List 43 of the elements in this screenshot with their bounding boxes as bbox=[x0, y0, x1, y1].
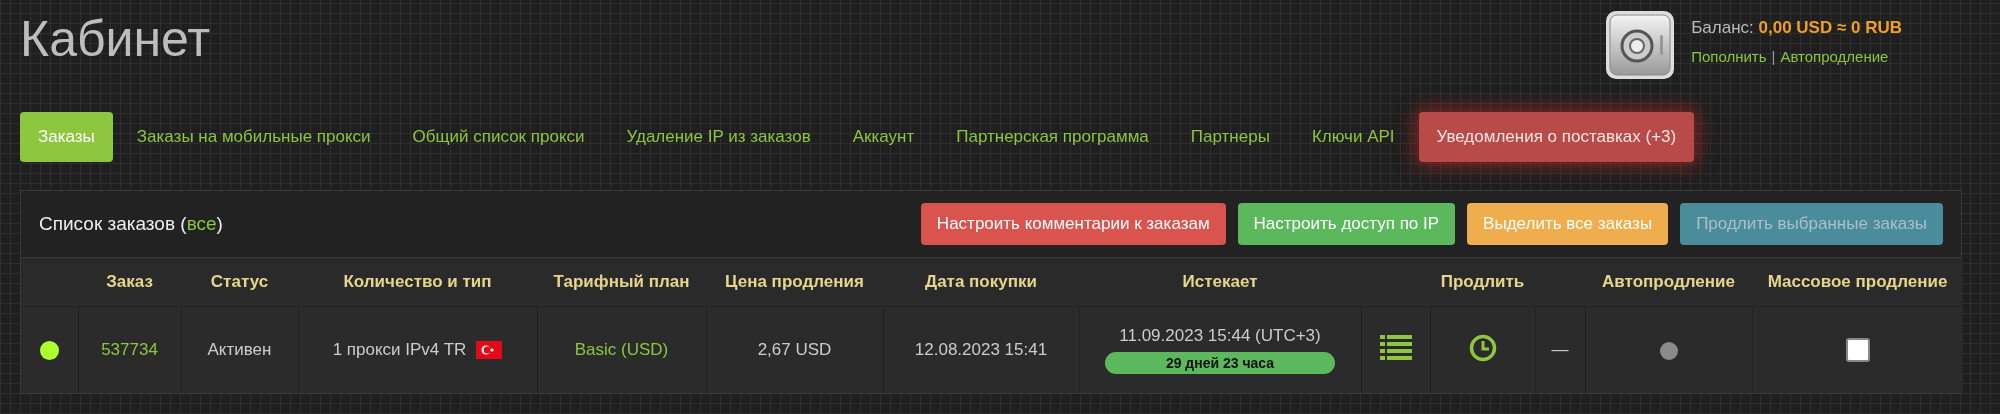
panel-title-end: ) bbox=[216, 213, 223, 234]
column-header: Дата покупки bbox=[925, 272, 1037, 291]
column-header: Массовое продление bbox=[1767, 272, 1948, 291]
panel-title: Список заказов ( bbox=[39, 213, 187, 234]
clock-icon[interactable] bbox=[1468, 333, 1497, 362]
nav-tab[interactable]: Заказы на мобильные прокси bbox=[118, 112, 389, 162]
nav-tab[interactable]: Общий список прокси bbox=[394, 112, 603, 162]
table-cell: 2,67 USD bbox=[757, 340, 832, 359]
balance-link[interactable]: Автопродление bbox=[1780, 48, 1889, 65]
balance-amount: 0,00 USD ≈ 0 RUB bbox=[1758, 18, 1902, 37]
order-link[interactable]: 537734 bbox=[101, 340, 158, 359]
balance-link[interactable]: Пополнить bbox=[1691, 48, 1767, 65]
safe-icon bbox=[1605, 10, 1676, 80]
checkbox[interactable] bbox=[1845, 338, 1870, 362]
nav-tab[interactable]: Партнерская программа bbox=[938, 112, 1167, 162]
table-cell: 12.08.2023 15:41 bbox=[914, 340, 1048, 359]
expiry-date: 11.09.2023 15:44 (UTC+3) bbox=[1119, 326, 1321, 346]
flag-icon bbox=[476, 341, 503, 359]
nav-tab[interactable]: Удаление IP из заказов bbox=[608, 112, 829, 162]
column-header: Количество и тип bbox=[343, 272, 492, 291]
table-cell: — bbox=[1551, 340, 1569, 359]
table-cell: 1 прокси IPv4 TR bbox=[332, 340, 467, 360]
balance-label: Баланс: bbox=[1691, 18, 1754, 37]
plan-link[interactable]: Basic (USD) bbox=[574, 340, 669, 359]
action-button[interactable]: Настроить комментарии к заказам bbox=[920, 203, 1226, 245]
list-icon[interactable] bbox=[1379, 334, 1412, 361]
remaining-time-badge: 29 дней 23 часа bbox=[1105, 352, 1335, 374]
table-cell: Активен bbox=[207, 340, 272, 359]
link-separator: | bbox=[1771, 48, 1776, 65]
column-header: Истекает bbox=[1182, 272, 1258, 291]
column-header: Тарифный план bbox=[553, 272, 690, 291]
page-title: Кабинет bbox=[20, 10, 211, 68]
column-header: Статус bbox=[210, 272, 269, 291]
filter-link[interactable]: все bbox=[186, 213, 217, 234]
column-header: Заказ bbox=[106, 272, 153, 291]
column-header: Продлить bbox=[1440, 272, 1525, 291]
nav-tab[interactable]: Партнеры bbox=[1172, 112, 1288, 162]
nav-tab[interactable]: Уведомления о поставках (+3) bbox=[1418, 112, 1695, 162]
nav-tab[interactable]: Аккаунт bbox=[834, 112, 933, 162]
column-header: Цена продления bbox=[725, 272, 864, 291]
autorenew-indicator[interactable] bbox=[1659, 341, 1678, 360]
column-header: Автопродление bbox=[1602, 272, 1735, 291]
nav-tab[interactable]: Ключи API bbox=[1293, 112, 1413, 162]
